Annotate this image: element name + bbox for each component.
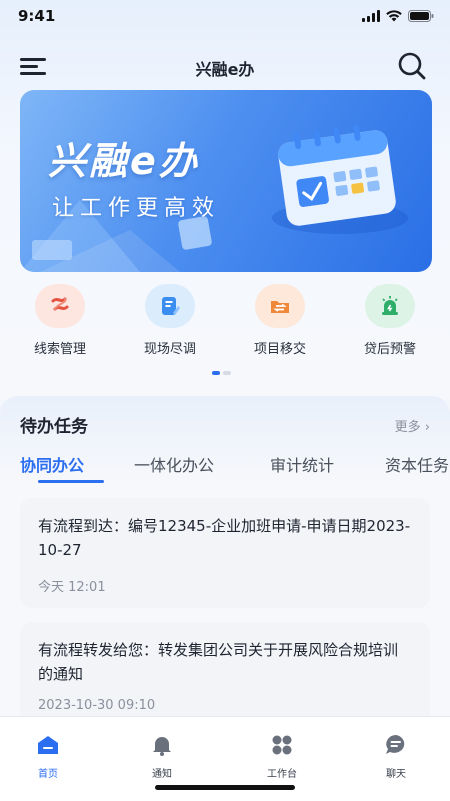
quick-item-alert[interactable]: 贷后预警	[335, 284, 445, 357]
home-indicator	[155, 785, 295, 790]
quick-item-transfer[interactable]: 项目移交	[225, 284, 335, 357]
nav-notice-label: 通知	[152, 769, 172, 780]
nav-notice[interactable]: 通知	[122, 733, 202, 780]
page-title: 兴融e办	[195, 60, 255, 79]
tab-underline	[38, 480, 104, 483]
quick-menu: 线索管理 现场尽调 项目移交 贷后预警	[0, 284, 450, 364]
quick-label-survey: 现场尽调	[143, 342, 196, 357]
grid-icon	[272, 735, 292, 755]
wifi-icon	[386, 10, 402, 22]
task-text: 有流程到达：编号12345-企业加班申请-申请日期2023-10-27	[38, 517, 411, 559]
banner-title: 兴融e办	[48, 139, 200, 183]
quick-label-leads: 线索管理	[33, 342, 86, 357]
leads-icon	[51, 297, 69, 311]
tab-collab[interactable]: 协同办公	[20, 452, 84, 476]
bell-icon	[153, 737, 171, 756]
task-time: 2023-10-30 09:10	[38, 698, 156, 713]
pager-dots	[212, 371, 231, 375]
pager-dot-active	[212, 371, 220, 375]
nav-workbench[interactable]: 工作台	[242, 733, 322, 780]
quick-item-leads[interactable]: 线索管理	[5, 284, 115, 357]
nav-chat-label: 聊天	[386, 769, 406, 780]
nav-workbench-label: 工作台	[267, 769, 297, 780]
nav-home-label: 首页	[38, 769, 58, 780]
tab-integrated[interactable]: 一体化办公	[134, 452, 214, 476]
status-time: 9:41	[18, 7, 56, 25]
quick-label-transfer: 项目移交	[253, 342, 306, 357]
nav-home[interactable]: 首页	[8, 733, 88, 780]
chevron-right-icon: ›	[424, 420, 430, 435]
quick-item-survey[interactable]: 现场尽调	[115, 284, 225, 357]
tab-audit[interactable]: 审计统计	[270, 452, 334, 476]
search-icon	[398, 52, 426, 80]
nav-chat[interactable]: 聊天	[356, 733, 436, 780]
tasks-panel: 待办任务 更多 › 协同办公 一体化办公 审计统计 资本任务 有流程到达：编号1…	[0, 396, 450, 732]
signal-icon	[362, 10, 380, 22]
task-card[interactable]: 有流程到达：编号12345-企业加班申请-申请日期2023-10-27 今天 1…	[20, 498, 430, 608]
status-icons	[362, 10, 434, 22]
quick-label-alert: 贷后预警	[363, 342, 416, 357]
more-link[interactable]: 更多 ›	[395, 416, 430, 435]
home-icon	[38, 736, 58, 754]
task-time: 今天 12:01	[38, 580, 106, 595]
survey-icon	[162, 297, 180, 315]
search-button[interactable]	[396, 50, 428, 82]
more-label: 更多	[394, 420, 421, 435]
alert-icon	[382, 296, 398, 315]
tasks-title: 待办任务	[20, 417, 88, 437]
banner[interactable]: 兴融e办 让工作更高效	[20, 90, 432, 272]
status-bar: 9:41	[0, 0, 450, 36]
task-text: 有流程转发给您：转发集团公司关于开展风险合规培训的通知	[38, 641, 399, 683]
transfer-icon	[271, 301, 289, 313]
app-header: 兴融e办	[0, 44, 450, 88]
tab-capital[interactable]: 资本任务	[385, 452, 449, 476]
chat-icon	[386, 735, 405, 754]
pager-dot	[223, 371, 231, 375]
banner-subtitle: 让工作更高效	[52, 196, 221, 221]
battery-icon	[408, 10, 434, 22]
